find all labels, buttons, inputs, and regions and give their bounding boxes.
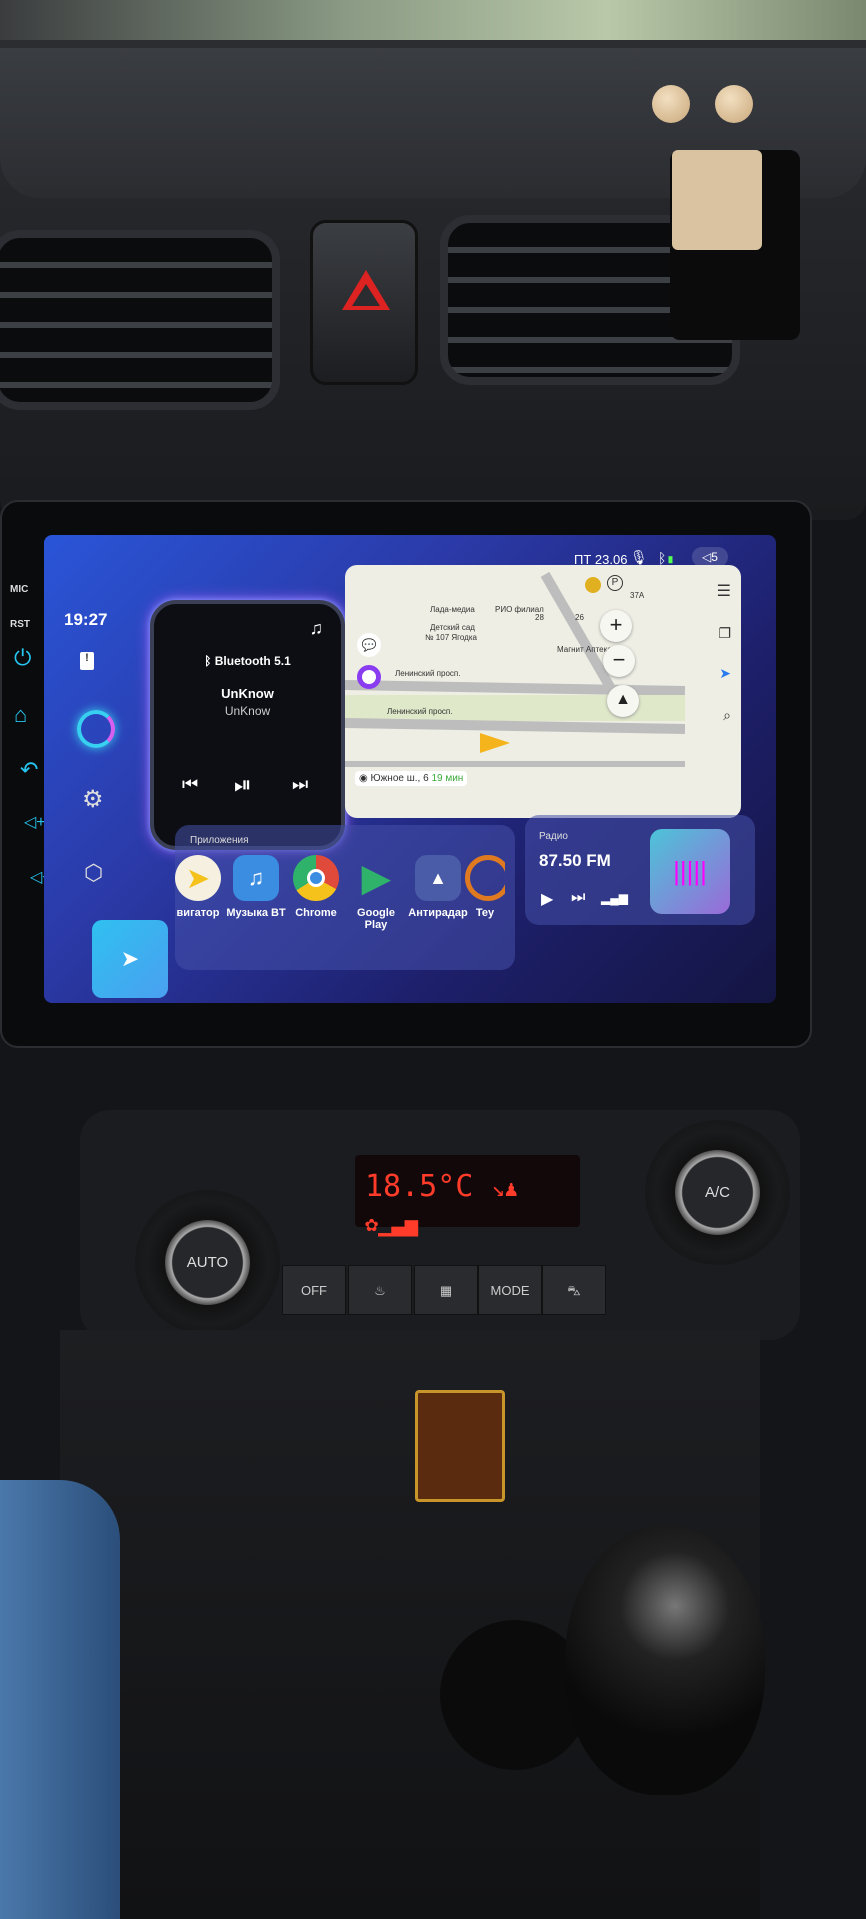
climate-temperature: 18.5°C — [365, 1169, 474, 1204]
map-label: 28 — [535, 613, 544, 622]
signal-icon: ▂▄▆ — [601, 891, 628, 905]
parking-icon[interactable]: P — [607, 575, 623, 591]
rst-label: RST — [10, 619, 30, 630]
map-label: 37А — [630, 591, 645, 600]
alice-assistant-icon[interactable] — [357, 665, 381, 689]
current-location-arrow — [480, 733, 510, 753]
ac-button[interactable]: A/C — [675, 1150, 760, 1235]
app-icon — [465, 855, 505, 901]
chat-icon[interactable]: 💬 — [357, 633, 381, 657]
left-air-vent — [0, 230, 280, 410]
app-label: Антирадар — [408, 907, 468, 919]
app-navigator[interactable]: ➤ вигатор — [167, 855, 229, 919]
app-label: вигатор — [176, 907, 220, 919]
zoom-out-button[interactable]: − — [603, 645, 635, 677]
compass-button[interactable]: ▲ — [607, 685, 639, 717]
app-partial[interactable]: Tey — [465, 855, 505, 919]
street-label: Ленинский просп. — [395, 669, 461, 678]
power-icon[interactable]: ⏻ — [14, 645, 31, 671]
search-icon[interactable]: ⌕ — [723, 707, 731, 724]
traffic-icon[interactable] — [585, 577, 601, 593]
map-label: 26 — [575, 613, 584, 622]
climate-display: 18.5°C ↘♟ ✿▁▃▅ — [355, 1155, 580, 1237]
app-label: Tey — [475, 907, 495, 919]
previous-track-icon[interactable]: ⏮ — [182, 774, 198, 795]
app-label: Google Play — [357, 907, 395, 931]
bluetooth-icon: ᛒ▮ — [658, 550, 675, 566]
hazard-icon-inner — [352, 284, 380, 306]
gear-icon[interactable]: ⚙ — [82, 785, 104, 814]
bluetooth-icon: ᛒ — [204, 654, 215, 668]
navigation-map[interactable]: Лада-медиа РИО филиал Детский сад № 107 … — [345, 565, 741, 818]
location-icon[interactable]: ➤ — [719, 665, 731, 682]
antiradar-icon: ▲ — [415, 855, 461, 901]
bookmarks-icon[interactable]: ❐ — [718, 625, 731, 642]
music-bt-icon: ♫ — [233, 855, 279, 901]
app-antiradar[interactable]: ▲ Антирадар — [407, 855, 469, 919]
religious-icon — [415, 1390, 505, 1502]
mode-button[interactable]: MODE — [478, 1265, 542, 1315]
play-icon[interactable]: ▶ — [541, 889, 553, 909]
auto-button[interactable]: AUTO — [165, 1220, 250, 1305]
app-google-play[interactable]: ▶ Google Play — [345, 855, 407, 931]
next-track-icon[interactable]: ⏭ — [292, 774, 308, 795]
sd-card-icon: ! — [80, 652, 94, 670]
temperature-knob[interactable]: AUTO — [135, 1190, 280, 1335]
bluetooth-version: Bluetooth 5.1 — [214, 654, 291, 668]
map-label: Детский сад — [430, 623, 475, 632]
music-note-icon: ♫ — [309, 618, 324, 638]
back-icon[interactable]: ↶ — [20, 757, 38, 783]
app-label: Chrome — [295, 907, 337, 919]
next-station-icon[interactable]: ⏭ — [571, 889, 585, 907]
radio-widget[interactable]: Радио 87.50 FM ▶ ⏭ ▂▄▆ ||||| — [525, 815, 755, 925]
clock: 19:27 — [64, 610, 108, 629]
microphone-icon[interactable]: 🎙 — [630, 549, 648, 566]
track-artist: UnKnow — [224, 704, 271, 718]
map-label: № 107 Ягодка — [425, 633, 477, 642]
off-button[interactable]: OFF — [282, 1265, 346, 1315]
app-label: Музыка BT — [226, 907, 286, 919]
navigator-icon: ➤ — [175, 855, 221, 901]
volume-up-icon[interactable]: ◁+ — [24, 812, 46, 832]
home-icon[interactable]: ⌂ — [14, 702, 27, 728]
assistant-ring-icon[interactable] — [77, 710, 115, 748]
route-summary[interactable]: ◉ Южное ш., 6 19 мин — [355, 771, 468, 786]
rear-defrost-button[interactable]: ▦ — [414, 1265, 478, 1315]
bluetooth-title: ᛒ Bluetooth 5.1 — [154, 654, 341, 668]
head-unit-screen: ПТ 23.06 🎙 ᛒ▮ ◁5 19:27 ! ⚙ ⬡ ➤ ♫ ᛒ Bluet… — [44, 535, 776, 1003]
radio-frequency: 87.50 FM — [539, 851, 611, 870]
chrome-icon — [293, 855, 339, 901]
radio-title: Радио — [539, 831, 568, 842]
volume-level: 5 — [711, 550, 718, 564]
air-freshener-wood — [672, 150, 762, 250]
menu-icon[interactable]: ☰ — [717, 581, 731, 601]
apps-panel: Приложения ➤ вигатор ♫ Музыка BT Chrome ▶ G… — [175, 825, 515, 970]
route-destination: Южное ш., 6 — [370, 773, 429, 784]
map-label: Магнит Аптека — [557, 645, 612, 654]
cube-icon[interactable]: ⬡ — [84, 860, 103, 886]
zoom-in-button[interactable]: + — [600, 610, 632, 642]
street-label: Ленинский просп. — [387, 707, 453, 716]
map-road — [345, 761, 685, 767]
mic-label: MIC — [10, 584, 29, 595]
apps-title: Приложения — [190, 835, 249, 846]
route-eta: 19 мин — [431, 773, 464, 784]
navigation-button[interactable]: ➤ — [92, 920, 168, 998]
freshener-ball — [652, 85, 690, 123]
google-play-icon: ▶ — [362, 857, 390, 898]
app-chrome[interactable]: Chrome — [285, 855, 347, 919]
gear-shifter[interactable] — [565, 1525, 765, 1795]
bluetooth-music-card[interactable]: ♫ ᛒ Bluetooth 5.1 UnKnow UnKnow ⏮ ⏯ ⏭ — [150, 600, 345, 850]
fan-knob[interactable]: A/C — [645, 1120, 790, 1265]
front-defrost-button[interactable]: ♨ — [348, 1265, 412, 1315]
recirculation-button[interactable]: ⛍ — [542, 1265, 606, 1315]
map-label: Лада-медиа — [430, 605, 475, 614]
play-pause-icon[interactable]: ⏯ — [234, 772, 252, 798]
freshener-ball — [715, 85, 753, 123]
passenger-leg — [0, 1480, 120, 1919]
sound-wave-icon: ||||| — [650, 829, 730, 914]
app-music-bt[interactable]: ♫ Музыка BT — [225, 855, 287, 919]
track-title: UnKnow — [221, 686, 274, 701]
volume-indicator[interactable]: ◁5 — [692, 547, 728, 567]
